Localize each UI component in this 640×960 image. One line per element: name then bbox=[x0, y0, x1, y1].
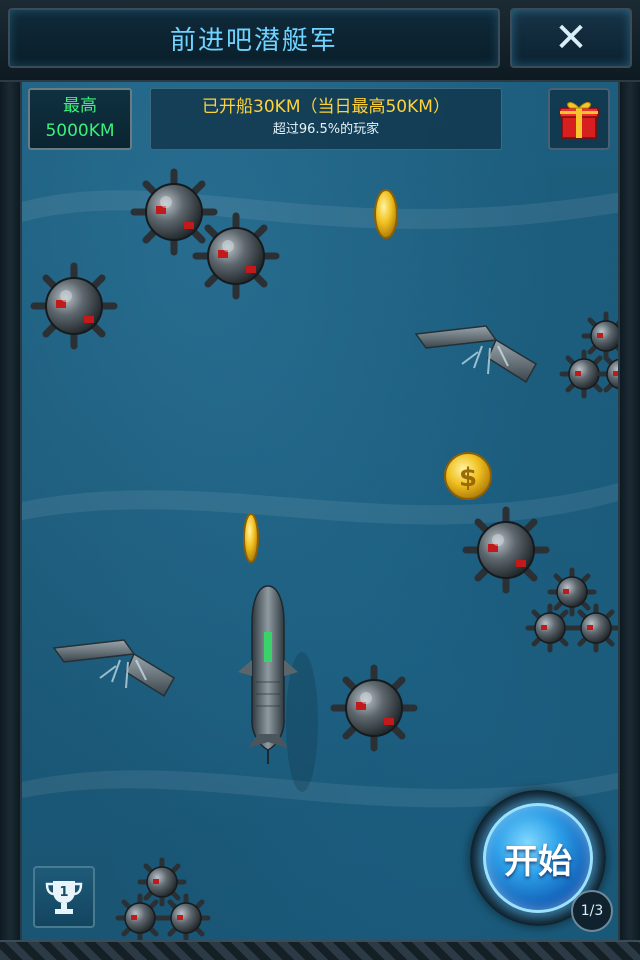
trophy-rank: 1 bbox=[59, 885, 68, 900]
sea-mine bbox=[134, 172, 214, 252]
svg-text:$: $ bbox=[459, 463, 477, 493]
gift-box-icon bbox=[559, 102, 599, 139]
page-title: 前进吧潜艇军 bbox=[169, 25, 338, 56]
sea-mine bbox=[196, 216, 276, 296]
best-value: 5000KM bbox=[45, 121, 115, 141]
gold-coin bbox=[243, 513, 259, 563]
mine-cluster bbox=[528, 570, 618, 650]
title-plate: 前进吧潜艇军 bbox=[8, 8, 500, 68]
best-label: 最高 bbox=[63, 96, 97, 116]
mine-cluster bbox=[118, 860, 208, 940]
trophy-icon: 1 bbox=[45, 881, 83, 914]
attempts-badge: 1/3 bbox=[571, 890, 613, 932]
title-bar: 前进吧潜艇军 ✕ bbox=[0, 0, 640, 82]
sunken-ship bbox=[53, 639, 175, 697]
gold-coin: $ bbox=[444, 452, 492, 500]
gift-button[interactable] bbox=[548, 88, 610, 150]
frame-left bbox=[0, 82, 20, 960]
bottom-border bbox=[0, 940, 640, 960]
sea-mine bbox=[334, 668, 414, 748]
sunken-ship bbox=[415, 325, 537, 383]
close-icon: ✕ bbox=[554, 15, 588, 61]
close-button[interactable]: ✕ bbox=[510, 8, 632, 68]
best-distance-panel: 最高 5000KM bbox=[28, 88, 132, 150]
start-label: 开始 bbox=[504, 841, 572, 882]
attempts-count: 1/3 bbox=[580, 903, 604, 919]
distance-text: 已开船30KM（当日最高50KM） bbox=[202, 97, 450, 117]
rank-text: 超过96.5%的玩家 bbox=[272, 122, 380, 137]
distance-info-panel: 已开船30KM（当日最高50KM） 超过96.5%的玩家 bbox=[150, 88, 502, 150]
frame-right bbox=[620, 82, 640, 960]
sea-mine bbox=[34, 266, 114, 346]
sea-mine bbox=[466, 510, 546, 590]
mine-cluster bbox=[562, 314, 620, 396]
leaderboard-button[interactable]: 1 bbox=[33, 866, 95, 928]
gold-coin bbox=[374, 189, 398, 239]
